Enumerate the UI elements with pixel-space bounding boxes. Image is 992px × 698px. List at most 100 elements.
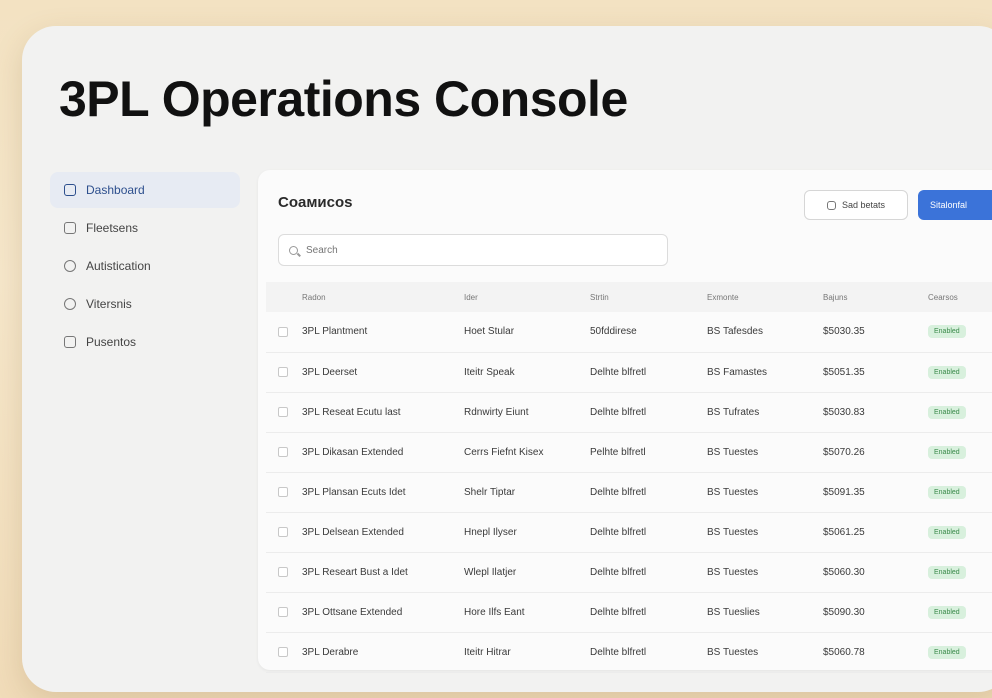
sidebar-item-fleetsens[interactable]: Fleetsens (50, 210, 240, 246)
table-row[interactable]: 3PL Deerset Iteitr Speak Delhte blfretl BS … (266, 352, 992, 393)
table-cell: Delhte blfretl (590, 552, 707, 593)
table-cell: 3PL Dikasan Extended (302, 432, 464, 473)
row-checkbox[interactable] (278, 326, 288, 337)
dashboard-icon (64, 184, 76, 196)
table-cell: BS Famastes (707, 352, 823, 393)
row-checkbox[interactable] (278, 447, 288, 457)
data-table: Radon Ider Strtin Exmonte Bajuns Cearsos… (266, 282, 992, 673)
table-cell: BS Tuestes (707, 552, 823, 593)
box-icon (64, 298, 76, 310)
status-badge: Enabled (928, 525, 966, 539)
table-cell: 3PL Deerset (302, 352, 464, 393)
sidebar-item-autistication[interactable]: Autistication (50, 248, 240, 284)
table-row[interactable]: 3PL Reseat Ecutu last Rdnwirty Eiunt Delht… (266, 392, 992, 433)
status-cell: Enabled (928, 352, 992, 393)
table-cell: Hnepl Ilyser (464, 512, 590, 553)
sidebar-item-label: Vitersnis (86, 297, 132, 311)
table-cell: $5090.30 (823, 592, 928, 633)
table-cell: Rdnwirty Eiunt (464, 392, 590, 433)
sidebar-item-dashboard[interactable]: Dashboard (50, 172, 240, 208)
table-cell: BS Tuestes (707, 512, 823, 553)
status-cell: Enabled (928, 312, 992, 353)
table-cell: BS Tafesdes (707, 312, 823, 353)
table-row[interactable]: 3PL Derabre Iteitr Hitrar Delhte blfretl BS… (266, 632, 992, 673)
search-input[interactable] (306, 244, 646, 256)
table-cell: Iteitr Speak (464, 352, 590, 393)
filter-icon (826, 200, 836, 210)
panel-title: Coaмисos (278, 194, 353, 211)
sidebar-item-label: Dashboard (86, 183, 145, 197)
secondary-button-label: Sad betats (841, 200, 886, 210)
row-checkbox[interactable] (278, 367, 288, 377)
row-checkbox-cell (266, 392, 302, 433)
table-cell: Delhte blfretl (590, 632, 707, 673)
row-checkbox[interactable] (278, 647, 288, 657)
table-cell: Wlepl Ilatjer (464, 552, 590, 593)
table-row[interactable]: 3PL Ottsane Extended Hore Ilfs Eant Delhte… (266, 592, 992, 633)
table-header-row: Radon Ider Strtin Exmonte Bajuns Cearsos (266, 282, 992, 312)
row-checkbox-cell (266, 512, 302, 553)
table-cell: 3PL Researt Bust a Idet (302, 552, 464, 593)
table-cell: $5030.83 (823, 392, 928, 433)
status-badge: Enabled (928, 605, 966, 619)
column-header[interactable]: Exmonte (707, 282, 823, 312)
status-badge: Enabled (928, 485, 966, 499)
table-cell: BS Tueslies (707, 592, 823, 633)
table-cell: $5060.30 (823, 552, 928, 593)
table-cell: $5030.35 (823, 312, 928, 353)
row-checkbox[interactable] (278, 567, 288, 577)
table-row[interactable]: 3PL Dikasan Extended Cerrs Fiefnt Kisex Pe… (266, 432, 992, 473)
table-row[interactable]: 3PL Plansan Ecuts Idet Shelr Tiptar Delhte… (266, 472, 992, 513)
main-panel: Coaмисos Sad betats Sitalonfal Radon Ide… (258, 170, 992, 673)
status-cell: Enabled (928, 472, 992, 513)
row-checkbox-cell (266, 632, 302, 673)
primary-button[interactable]: Sitalonfal (918, 190, 992, 220)
status-cell: Enabled (928, 512, 992, 553)
table-cell: $5051.35 (823, 352, 928, 393)
table-row[interactable]: 3PL Researt Bust a Idet Wlepl Ilatjer Delh… (266, 552, 992, 593)
row-checkbox-cell (266, 312, 302, 353)
row-checkbox-cell (266, 472, 302, 513)
status-badge: Enabled (928, 405, 966, 419)
sidebar-item-label: Pusentos (86, 335, 137, 349)
table-cell: BS Tuestes (707, 472, 823, 513)
status-cell: Enabled (928, 632, 992, 673)
sidebar-item-pusentos[interactable]: Pusentos (50, 324, 240, 360)
column-header[interactable]: Strtin (590, 282, 707, 312)
row-checkbox[interactable] (278, 607, 288, 617)
table-cell: $5060.78 (823, 632, 928, 673)
calendar-icon (64, 222, 76, 234)
status-badge: Enabled (928, 565, 966, 579)
column-header[interactable]: Ider (464, 282, 590, 312)
table-row[interactable]: 3PL Delsean Extended Hnepl Ilyser Delhte b… (266, 512, 992, 553)
column-header[interactable]: Bajuns (823, 282, 928, 312)
table-cell: Hoet Stular (464, 312, 590, 353)
table-row[interactable]: 3PL Plantment Hoet Stular 50fddirese BS Taf… (266, 312, 992, 353)
table-cell: Delhte blfretl (590, 592, 707, 633)
status-badge: Enabled (928, 325, 966, 339)
table-cell: 3PL Derabre (302, 632, 464, 673)
sidebar-item-label: Autistication (86, 259, 151, 273)
column-header[interactable]: Radon (302, 282, 464, 312)
settings-icon (64, 260, 76, 272)
secondary-button[interactable]: Sad betats (804, 190, 908, 220)
table-cell: 3PL Reseat Ecutu last (302, 392, 464, 433)
row-checkbox[interactable] (278, 407, 288, 417)
row-checkbox[interactable] (278, 527, 288, 537)
table-cell: 3PL Delsean Extended (302, 512, 464, 553)
table-cell: BS Tuestes (707, 432, 823, 473)
row-checkbox-cell (266, 552, 302, 593)
status-cell: Enabled (928, 432, 992, 473)
column-header[interactable]: Cearsos (928, 282, 992, 312)
header-checkbox-cell (266, 282, 302, 312)
table-cell: 3PL Ottsane Extended (302, 592, 464, 633)
row-checkbox[interactable] (278, 487, 288, 497)
table-cell: Delhte blfretl (590, 392, 707, 433)
app-title: 3PL Operations Console (59, 71, 628, 127)
status-badge: Enabled (928, 365, 966, 379)
table-cell: Delhte blfretl (590, 512, 707, 553)
search-box (278, 234, 668, 266)
status-badge: Enabled (928, 445, 966, 459)
sidebar-item-vitersnis[interactable]: Vitersnis (50, 286, 240, 322)
table-cell: 50fddirese (590, 312, 707, 353)
